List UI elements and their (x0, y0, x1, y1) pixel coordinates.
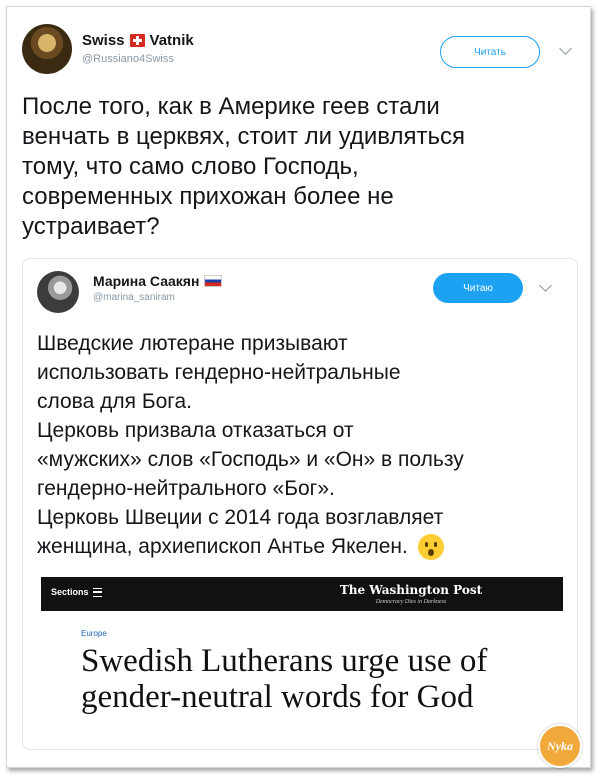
author-avatar[interactable] (22, 24, 72, 74)
sections-label: Sections (51, 587, 89, 597)
sections-menu: Sections (51, 587, 102, 597)
article-preview-image[interactable]: Sections The Washington Post Democracy D… (41, 577, 563, 745)
tweet-author[interactable]: Swiss Vatnik @Russiano4Swiss (82, 32, 194, 65)
russian-flag-icon (204, 275, 223, 287)
author-name[interactable]: Swiss (82, 32, 125, 49)
author-name-suffix[interactable]: Vatnik (150, 32, 194, 49)
author-name-row[interactable]: Swiss Vatnik (82, 32, 194, 49)
hushed-face-emoji-icon (417, 534, 444, 561)
follow-button[interactable]: Читать (440, 36, 540, 68)
newspaper-logo: The Washington Post (339, 583, 483, 597)
tweet-text: После того, как в Америке геев стали вен… (22, 93, 465, 240)
quoted-author-avatar[interactable] (37, 271, 79, 313)
quoted-author-handle[interactable]: @marina_saniram (93, 292, 222, 303)
article-section-label: Europe (81, 629, 107, 638)
article-headline: Swedish Lutherans urge use of gender-neu… (81, 643, 488, 715)
following-button[interactable]: Читаю (433, 273, 523, 303)
newspaper-tagline: Democracy Dies in Darkness (375, 599, 447, 605)
swiss-flag-icon (129, 34, 145, 47)
quoted-tweet-text: Шведские лютеране призывают использовать… (37, 329, 567, 561)
newspaper-header-bar: Sections The Washington Post Democracy D… (41, 577, 563, 611)
quoted-tweet-author[interactable]: Марина Саакян @marina_saniram (93, 273, 223, 303)
quoted-tweet-body: Шведские лютеране призывают использовать… (37, 332, 464, 558)
author-handle[interactable]: @Russiano4Swiss (82, 53, 194, 65)
quoted-author-name[interactable]: Марина Саакян (93, 273, 199, 289)
quoted-chevron-down-icon[interactable] (539, 279, 552, 292)
quoted-author-name-row[interactable]: Марина Саакян (93, 273, 223, 289)
quoted-tweet[interactable]: Марина Саакян @marina_saniram Читаю Швед… (22, 258, 578, 750)
watermark-logo: Nyka (538, 724, 582, 768)
hamburger-menu-icon (92, 587, 102, 597)
